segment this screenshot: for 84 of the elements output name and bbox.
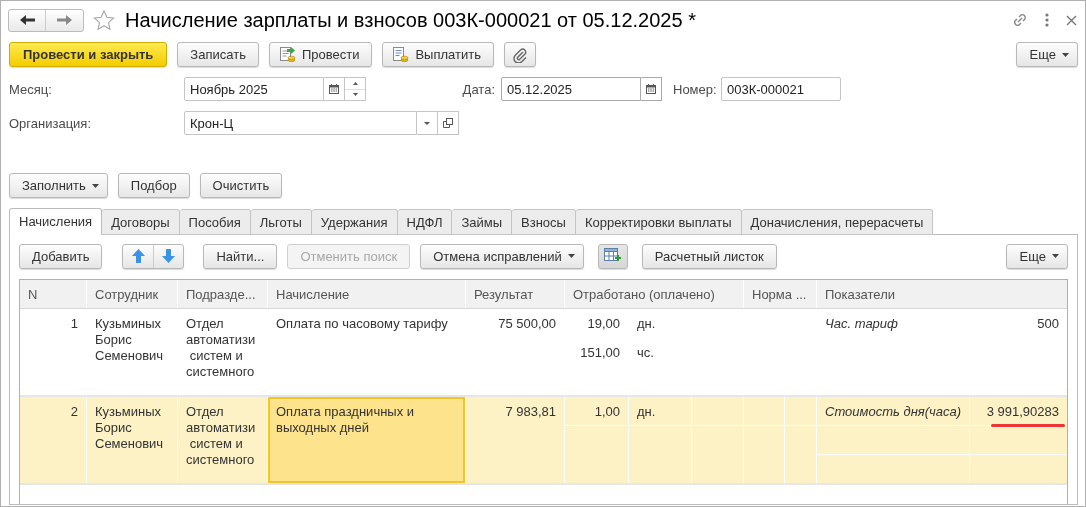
organization-field[interactable]: Крон-Ц <box>184 111 417 135</box>
table-cell: 3 991,90283 <box>970 397 1067 425</box>
open-window-icon <box>443 118 453 128</box>
column-header[interactable]: Сотрудник <box>87 280 177 308</box>
table-cell: Отдел автоматизи систем и системного <box>178 397 267 483</box>
tab[interactable]: Доначисления, перерасчеты <box>741 209 934 235</box>
star-icon[interactable] <box>93 9 115 31</box>
tab[interactable]: Удержания <box>311 209 398 235</box>
table-cell: Кузьминых Борис Семенович <box>87 397 177 483</box>
organization-label: Организация: <box>9 115 93 131</box>
dropdown-button[interactable]: Отмена исправлений <box>420 243 584 269</box>
toolbar-button[interactable]: Очистить <box>199 173 283 198</box>
document-coins-icon <box>392 46 410 63</box>
tab[interactable]: Взносы <box>512 209 576 235</box>
link-icon[interactable] <box>1012 12 1028 28</box>
more-icon[interactable] <box>1045 13 1049 27</box>
table-cell: 1,00 <box>565 397 628 425</box>
dropdown-button[interactable]: Заполнить <box>9 173 108 198</box>
calendar-icon <box>329 84 339 94</box>
up-arrow-icon <box>131 249 145 263</box>
column-header[interactable]: Отработано (оплачено) <box>565 280 743 308</box>
table-cell <box>692 397 743 425</box>
table-cell: дн. <box>629 397 691 425</box>
save-button[interactable]: Записать <box>177 42 259 67</box>
table-cell <box>744 426 784 483</box>
table-cell <box>565 426 628 483</box>
table-add-button[interactable] <box>597 243 628 269</box>
calendar-icon <box>646 84 656 94</box>
caret-icon <box>1052 254 1059 258</box>
column-header[interactable]: Показатели <box>817 280 1067 308</box>
table-cell <box>692 426 743 483</box>
close-icon[interactable] <box>1066 14 1077 26</box>
table-plus-icon <box>604 248 622 264</box>
caret-icon <box>424 121 430 125</box>
table-cell <box>785 426 816 483</box>
pay-button[interactable]: Выплатить <box>382 42 494 67</box>
month-label: Месяц: <box>9 81 53 97</box>
column-header[interactable]: Подразде... <box>178 280 267 308</box>
column-header[interactable]: Норма ... <box>744 280 816 308</box>
tab[interactable]: Начисления <box>9 208 103 235</box>
number-field[interactable]: 003К-000021 <box>721 77 841 101</box>
caret-icon <box>1062 52 1069 57</box>
right-arrow-icon <box>57 15 72 25</box>
tab[interactable]: Корректировки выплаты <box>575 209 742 235</box>
attach-button[interactable] <box>503 42 536 67</box>
toolbar-button[interactable]: Расчетный листок <box>641 243 777 269</box>
month-field[interactable]: Ноябрь 2025 <box>184 77 324 101</box>
calendar-button[interactable] <box>324 77 345 101</box>
document-coins-icon <box>278 46 296 63</box>
tab[interactable]: НДФЛ <box>397 209 453 235</box>
column-header[interactable]: N <box>20 280 86 308</box>
table-cell <box>785 397 816 425</box>
date-field[interactable]: 05.12.2025 <box>501 77 641 101</box>
table-cell: Стоимость дня(часа) <box>817 397 969 425</box>
post-button[interactable]: Провести <box>268 42 373 67</box>
tab[interactable]: Пособия <box>179 209 251 235</box>
down-arrow-icon <box>162 249 176 263</box>
table-cell <box>744 397 784 425</box>
window-title: Начисление зарплаты и взносов 003К-000021 от 05.12.2025 * <box>125 8 696 32</box>
column-header[interactable]: Начисление <box>268 280 465 308</box>
caret-icon <box>91 183 99 188</box>
number-label: Номер: <box>673 81 718 97</box>
open-button[interactable] <box>438 111 459 135</box>
post-and-close-button[interactable]: Провести и закрыть <box>9 42 168 67</box>
toolbar-button[interactable]: Добавить <box>19 243 103 269</box>
calendar-button[interactable] <box>641 77 662 101</box>
tab[interactable]: Договоры <box>102 209 180 235</box>
table-cell: Оплата праздничных и выходных дней <box>268 397 465 483</box>
more-button[interactable]: Еще <box>1005 243 1068 269</box>
table-cell <box>629 426 691 483</box>
toolbar-button[interactable]: Найти... <box>203 243 278 269</box>
paperclip-icon <box>512 46 527 63</box>
tab[interactable]: Льготы <box>250 209 312 235</box>
down-triangle-icon <box>352 93 358 97</box>
table-cell: 2 <box>20 397 86 483</box>
left-arrow-icon <box>19 15 35 25</box>
tab[interactable]: Займы <box>452 209 513 235</box>
column-header[interactable]: Результат <box>466 280 564 308</box>
date-label: Дата: <box>461 81 496 97</box>
up-triangle-icon <box>352 81 358 85</box>
caret-icon <box>567 254 575 258</box>
more-button[interactable]: Еще <box>1015 42 1078 67</box>
table-cell: 7 983,81 <box>466 397 564 483</box>
toolbar-button[interactable]: Подбор <box>117 173 190 198</box>
